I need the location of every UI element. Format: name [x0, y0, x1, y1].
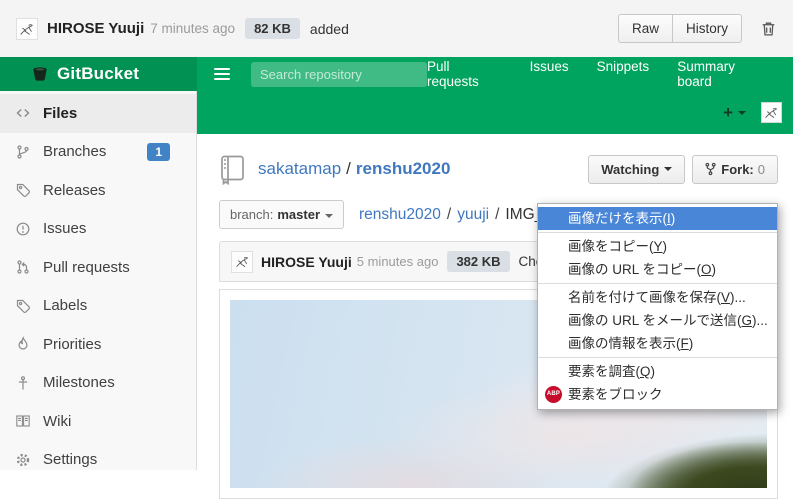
sidebar-item-pull-requests[interactable]: Pull requests — [0, 248, 196, 287]
file-size-badge: 382 KB — [447, 251, 509, 272]
repo-owner-link[interactable]: sakatamap — [258, 159, 341, 178]
commit-author: HIROSE Yuuji — [47, 20, 144, 37]
menu-separator — [538, 232, 777, 233]
commit-message: added — [310, 21, 349, 37]
navbar-links: Pull requests Issues Snippets Summary bo… — [427, 59, 793, 89]
bird-avatar-icon — [763, 104, 780, 121]
menu-inspect-element[interactable]: 要素を調査(Q) — [538, 360, 777, 383]
code-icon — [15, 105, 33, 121]
gear-icon — [15, 452, 33, 468]
breadcrumb-dir-link[interactable]: yuuji — [457, 206, 489, 223]
nav-issues[interactable]: Issues — [530, 59, 569, 89]
sidebar-item-wiki[interactable]: Wiki — [0, 402, 196, 441]
raw-history-group: Raw History — [618, 14, 742, 43]
fork-button[interactable]: Fork: 0 — [692, 155, 778, 184]
author-avatar — [16, 18, 38, 40]
menu-email-image-url[interactable]: 画像の URL をメールで送信(G)... — [538, 309, 777, 332]
caret-down-icon — [325, 214, 333, 218]
flame-icon — [15, 336, 33, 352]
search-input[interactable] — [251, 62, 427, 87]
bird-avatar-icon — [234, 253, 251, 270]
commit-time: 7 minutes ago — [150, 21, 235, 36]
menu-copy-image[interactable]: 画像をコピー(Y) — [538, 235, 777, 258]
brand-name: GitBucket — [57, 64, 139, 84]
issue-icon — [15, 221, 33, 237]
sidebar-label: Milestones — [43, 374, 115, 391]
main-navbar: GitBucket Pull requests Issues Snippets … — [0, 57, 793, 91]
file-header-bar: HIROSE Yuuji 7 minutes ago 82 KB added R… — [0, 0, 793, 57]
adblock-plus-icon: ABP — [545, 386, 562, 403]
book-icon — [15, 413, 33, 429]
sidebar-item-releases[interactable]: Releases — [0, 171, 196, 210]
repo-sidebar: Files Branches 1 Releases Issues Pull re… — [0, 91, 197, 470]
sidebar-item-milestones[interactable]: Milestones — [0, 364, 196, 403]
sidebar-label: Labels — [43, 297, 87, 314]
menu-block-element[interactable]: ABP 要素をブロック — [538, 383, 777, 406]
sidebar-label: Priorities — [43, 336, 101, 353]
fork-icon — [705, 162, 716, 176]
repo-book-icon — [219, 154, 246, 185]
sidebar-label: Pull requests — [43, 259, 130, 276]
create-new-dropdown[interactable]: + — [723, 103, 746, 123]
trash-icon — [760, 20, 777, 37]
menu-view-image[interactable]: 画像だけを表示(I) — [538, 207, 777, 230]
nav-summary-board[interactable]: Summary board — [677, 59, 769, 89]
pull-request-icon — [15, 259, 33, 275]
menu-separator — [538, 357, 777, 358]
label-tag-icon — [15, 298, 33, 314]
history-button[interactable]: History — [672, 14, 742, 43]
raw-button[interactable]: Raw — [618, 14, 672, 43]
current-branch: master — [277, 207, 320, 222]
repo-name-link[interactable]: renshu2020 — [356, 159, 451, 178]
menu-save-image-as[interactable]: 名前を付けて画像を保存(V)... — [538, 286, 777, 309]
repo-actions: Watching Fork: 0 — [588, 155, 778, 184]
hamburger-icon — [214, 68, 230, 70]
sidebar-item-issues[interactable]: Issues — [0, 210, 196, 249]
branch-icon — [15, 144, 33, 160]
commit-author: HIROSE Yuuji — [261, 254, 352, 270]
image-context-menu: 画像だけを表示(I) 画像をコピー(Y) 画像の URL をコピー(O) 名前を… — [537, 203, 778, 410]
sidebar-label: Files — [43, 105, 77, 122]
sidebar-item-priorities[interactable]: Priorities — [0, 325, 196, 364]
breadcrumb-repo-link[interactable]: renshu2020 — [359, 206, 441, 223]
sidebar-label: Issues — [43, 220, 86, 237]
branch-selector-button[interactable]: branch:master — [219, 200, 344, 229]
user-avatar-button[interactable] — [761, 102, 782, 123]
nav-snippets[interactable]: Snippets — [597, 59, 650, 89]
caret-down-icon — [664, 167, 672, 171]
commit-author-avatar — [231, 251, 253, 273]
gitbucket-logo-icon — [31, 65, 49, 83]
sidebar-item-branches[interactable]: Branches 1 — [0, 133, 196, 172]
brand-link[interactable]: GitBucket — [0, 57, 197, 91]
title-separator: / — [346, 159, 351, 178]
nav-pull-requests[interactable]: Pull requests — [427, 59, 502, 89]
sidebar-item-files[interactable]: Files — [0, 94, 196, 133]
caret-down-icon — [738, 111, 746, 115]
watching-dropdown-button[interactable]: Watching — [588, 155, 685, 184]
repo-title: sakatamap / renshu2020 — [258, 159, 450, 179]
file-size-badge: 82 KB — [245, 18, 300, 39]
sidebar-label: Wiki — [43, 413, 71, 430]
sidebar-label: Releases — [43, 182, 106, 199]
branches-count-badge: 1 — [147, 143, 170, 161]
fork-count: 0 — [758, 162, 765, 177]
plus-icon: + — [723, 103, 733, 123]
menu-view-image-info[interactable]: 画像の情報を表示(F) — [538, 332, 777, 355]
repo-toolbar-strip: + — [197, 91, 793, 134]
repo-header-row: sakatamap / renshu2020 Watching Fork: 0 — [219, 147, 778, 191]
menu-separator — [538, 283, 777, 284]
bird-avatar-icon — [18, 20, 36, 38]
menu-copy-image-url[interactable]: 画像の URL をコピー(O) — [538, 258, 777, 281]
tag-icon — [15, 182, 33, 198]
sidebar-label: Settings — [43, 451, 97, 468]
milestone-icon — [15, 375, 33, 391]
sidebar-label: Branches — [43, 143, 106, 160]
sidebar-item-settings[interactable]: Settings — [0, 441, 196, 480]
commit-time: 5 minutes ago — [357, 254, 439, 269]
menu-toggle-button[interactable] — [214, 68, 230, 80]
file-header-actions: Raw History — [618, 14, 777, 43]
delete-file-button[interactable] — [760, 20, 777, 37]
sidebar-item-labels[interactable]: Labels — [0, 287, 196, 326]
